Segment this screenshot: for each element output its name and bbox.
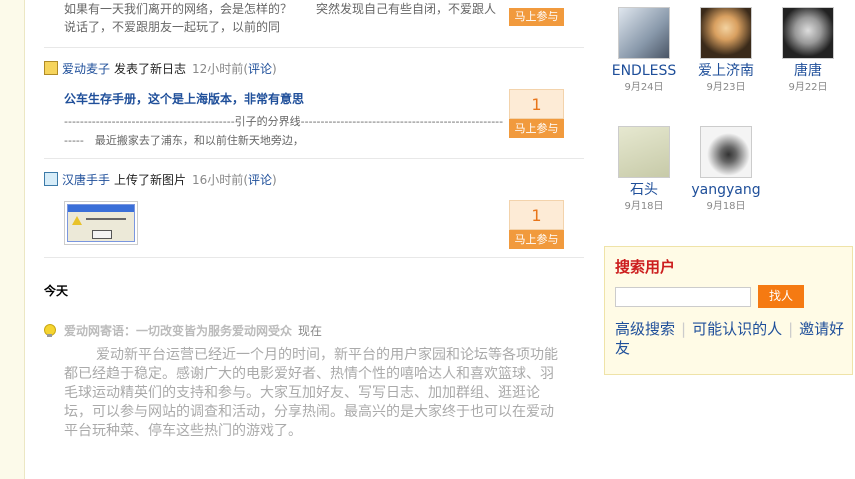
- friend-date: 9月18日: [624, 201, 664, 212]
- blog-excerpt: ----------------------------------------…: [64, 115, 504, 147]
- lightbulb-icon: [44, 324, 56, 337]
- panel-title: 搜索用户: [615, 258, 676, 276]
- search-links: 高级搜索 | 可能认识的人 | 邀请好友: [615, 320, 845, 357]
- friend-name[interactable]: 石头: [604, 180, 684, 200]
- friend-date: 9月24日: [624, 82, 664, 93]
- friend-card[interactable]: ENDLESS 9月24日: [604, 7, 684, 95]
- notice-header: 爱动网寄语：一切改变皆为服务爱动网受众 现在: [44, 322, 322, 340]
- feed-item-excerpt: 如果有一天我们离开的网络，会是怎样的？ 突然发现自己有些自闭，不爱跟人说话了，不…: [64, 2, 497, 34]
- vote-widget: 马上参与: [509, 0, 564, 28]
- friend-name[interactable]: ENDLESS: [604, 61, 684, 81]
- left-gutter: [0, 0, 25, 479]
- friend-date: 9月18日: [706, 201, 746, 212]
- feed-item-header: 爱动麦子 发表了新日志 12小时前(评论): [44, 60, 277, 78]
- friend-name[interactable]: yangyang: [686, 180, 766, 200]
- advanced-search-link[interactable]: 高级搜索: [615, 320, 675, 338]
- blog-title-link[interactable]: 公车生存手册，这个是上海版本，非常有意思: [64, 90, 304, 107]
- divider: [44, 257, 584, 258]
- friend-card[interactable]: yangyang 9月18日: [686, 126, 766, 214]
- user-link[interactable]: 爱动麦子: [62, 62, 110, 76]
- friend-date: 9月23日: [706, 82, 746, 93]
- feed-item-header: 汉唐手手 上传了新图片 16小时前(评论): [44, 171, 277, 189]
- section-heading-today: 今天: [44, 284, 69, 298]
- uploaded-image-thumbnail[interactable]: [64, 201, 138, 245]
- vote-count: 1: [509, 89, 564, 119]
- avatar[interactable]: [618, 126, 670, 178]
- friend-date: 9月22日: [788, 82, 828, 93]
- timestamp: 现在: [298, 324, 323, 338]
- dialog-screenshot-image: [67, 204, 135, 242]
- avatar[interactable]: [700, 126, 752, 178]
- vote-widget: 1 马上参与: [509, 89, 564, 138]
- comment-link[interactable]: 评论: [248, 62, 272, 76]
- divider: [44, 47, 584, 48]
- action-text: 上传了新图片: [114, 173, 187, 187]
- avatar[interactable]: [618, 7, 670, 59]
- notice-title[interactable]: 爱动网寄语：一切改变皆为服务爱动网受众: [64, 324, 292, 338]
- notice-body: 爱动新平台运营已经近一个月的时间，新平台的用户家园和论坛等各项功能都已经趋于稳定…: [64, 347, 558, 439]
- vote-widget: 1 马上参与: [509, 200, 564, 249]
- search-user-input[interactable]: [615, 287, 751, 307]
- timestamp: 16小时前: [192, 173, 244, 187]
- join-button[interactable]: 马上参与: [509, 230, 564, 249]
- join-button[interactable]: 马上参与: [509, 119, 564, 138]
- user-link[interactable]: 汉唐手手: [62, 173, 110, 187]
- join-button[interactable]: 马上参与: [509, 8, 564, 26]
- comment-link[interactable]: 评论: [248, 173, 272, 187]
- avatar[interactable]: [700, 7, 752, 59]
- vote-count: 1: [509, 200, 564, 230]
- people-you-may-know-link[interactable]: 可能认识的人: [692, 320, 782, 338]
- image-icon: [44, 172, 58, 186]
- friend-name[interactable]: 爱上济南: [686, 61, 766, 81]
- user-search-panel: 搜索用户 找人 高级搜索 | 可能认识的人 | 邀请好友: [604, 246, 853, 375]
- divider: [44, 158, 584, 159]
- friend-card[interactable]: 石头 9月18日: [604, 126, 684, 214]
- friend-card[interactable]: 爱上济南 9月23日: [686, 7, 766, 95]
- blog-icon: [44, 61, 58, 75]
- timestamp: 12小时前: [192, 62, 244, 76]
- action-text: 发表了新日志: [114, 62, 187, 76]
- friend-name[interactable]: 唐唐: [768, 61, 848, 81]
- avatar[interactable]: [782, 7, 834, 59]
- friend-card[interactable]: 唐唐 9月22日: [768, 7, 848, 95]
- find-user-button[interactable]: 找人: [758, 285, 804, 308]
